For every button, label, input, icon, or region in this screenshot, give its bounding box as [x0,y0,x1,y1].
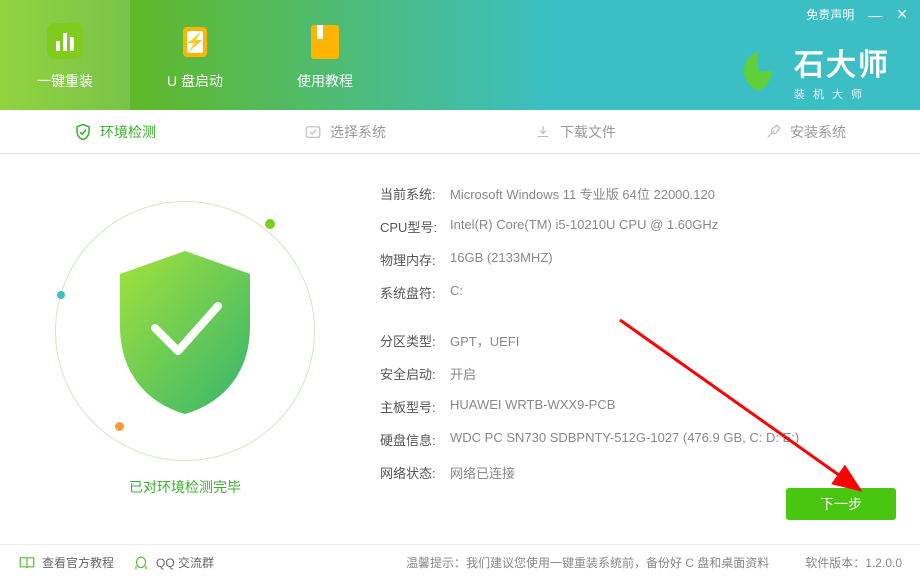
step-download[interactable]: 下载文件 [460,110,690,153]
os-value: Microsoft Windows 11 专业版 64位 22000.120 [450,184,900,203]
qq-group-label: QQ 交流群 [156,554,214,571]
shield-icon [74,123,92,141]
disclaimer-link[interactable]: 免责声明 [806,6,854,23]
net-label: 网络状态: [380,463,450,482]
brand: 石大师 装机大师 [734,40,890,102]
drive-label: 系统盘符: [380,283,450,302]
wrench-icon [764,123,782,141]
main-content: 已对环境检测完毕 当前系统:Microsoft Windows 11 专业版 6… [0,154,920,534]
version-info: 软件版本：1.2.0.0 [805,554,902,571]
step-install[interactable]: 安装系统 [690,110,920,153]
footer-tip: 温馨提示：我们建议您使用一键重装系统前，备份好 C 盘和桌面资料 [406,554,769,571]
logo-icon [734,47,782,95]
select-icon [304,123,322,141]
top-nav: 一键重装 ⚡ U 盘启动 使用教程 [0,0,390,110]
disk-value: WDC PC SN730 SDBPNTY-512G-1027 (476.9 GB… [450,430,900,449]
window-controls: 免责声明 — ✕ [806,6,908,23]
nav-tutorial-label: 使用教程 [297,71,353,91]
os-label: 当前系统: [380,184,450,203]
nav-tutorial[interactable]: 使用教程 [260,0,390,110]
nav-usb-label: U 盘启动 [167,71,223,91]
progress-ring [55,201,315,461]
mb-label: 主板型号: [380,397,450,416]
bar-chart-icon [43,19,87,63]
step-env[interactable]: 环境检测 [0,110,230,153]
system-info: 当前系统:Microsoft Windows 11 专业版 64位 22000.… [370,154,920,534]
step-select[interactable]: 选择系统 [230,110,460,153]
status-text: 已对环境检测完毕 [129,477,241,497]
cpu-label: CPU型号: [380,217,450,236]
book-icon [303,19,347,63]
download-icon [534,123,552,141]
net-value: 网络已连接 [450,463,900,482]
close-button[interactable]: ✕ [896,6,908,23]
official-tutorial-label: 查看官方教程 [42,554,114,571]
step-install-label: 安装系统 [790,122,846,142]
steps-bar: 环境检测 选择系统 下载文件 安装系统 [0,110,920,154]
minimize-button[interactable]: — [868,7,882,23]
dot-icon [265,219,275,229]
dot-icon [57,291,65,299]
disk-label: 硬盘信息: [380,430,450,449]
step-env-label: 环境检测 [100,122,156,142]
drive-value: C: [450,283,900,302]
header: 一键重装 ⚡ U 盘启动 使用教程 免责声明 — ✕ 石大师 装机大师 [0,0,920,110]
brand-title: 石大师 [794,40,890,84]
qq-icon [132,554,150,572]
usb-icon: ⚡ [173,19,217,63]
nav-reinstall-label: 一键重装 [37,71,93,91]
svg-text:⚡: ⚡ [185,32,205,51]
step-download-label: 下载文件 [560,122,616,142]
part-value: GPT，UEFI [450,331,900,350]
secure-value: 开启 [450,364,900,383]
nav-reinstall[interactable]: 一键重装 [0,0,130,110]
mb-value: HUAWEI WRTB-WXX9-PCB [450,397,900,416]
secure-label: 安全启动: [380,364,450,383]
ram-value: 16GB (2133MHZ) [450,250,900,269]
cpu-value: Intel(R) Core(TM) i5-10210U CPU @ 1.60GH… [450,217,900,236]
official-tutorial-link[interactable]: 查看官方教程 [18,554,114,572]
footer: 查看官方教程 QQ 交流群 温馨提示：我们建议您使用一键重装系统前，备份好 C … [0,544,920,580]
book-open-icon [18,554,36,572]
qq-group-link[interactable]: QQ 交流群 [132,554,214,572]
status-panel: 已对环境检测完毕 [0,154,370,534]
part-label: 分区类型: [380,331,450,350]
shield-graphic [45,191,325,471]
brand-subtitle: 装机大师 [794,86,890,102]
step-select-label: 选择系统 [330,122,386,142]
next-button[interactable]: 下一步 [786,488,896,520]
nav-usb[interactable]: ⚡ U 盘启动 [130,0,260,110]
ram-label: 物理内存: [380,250,450,269]
dot-icon [115,422,124,431]
divider [380,316,900,317]
